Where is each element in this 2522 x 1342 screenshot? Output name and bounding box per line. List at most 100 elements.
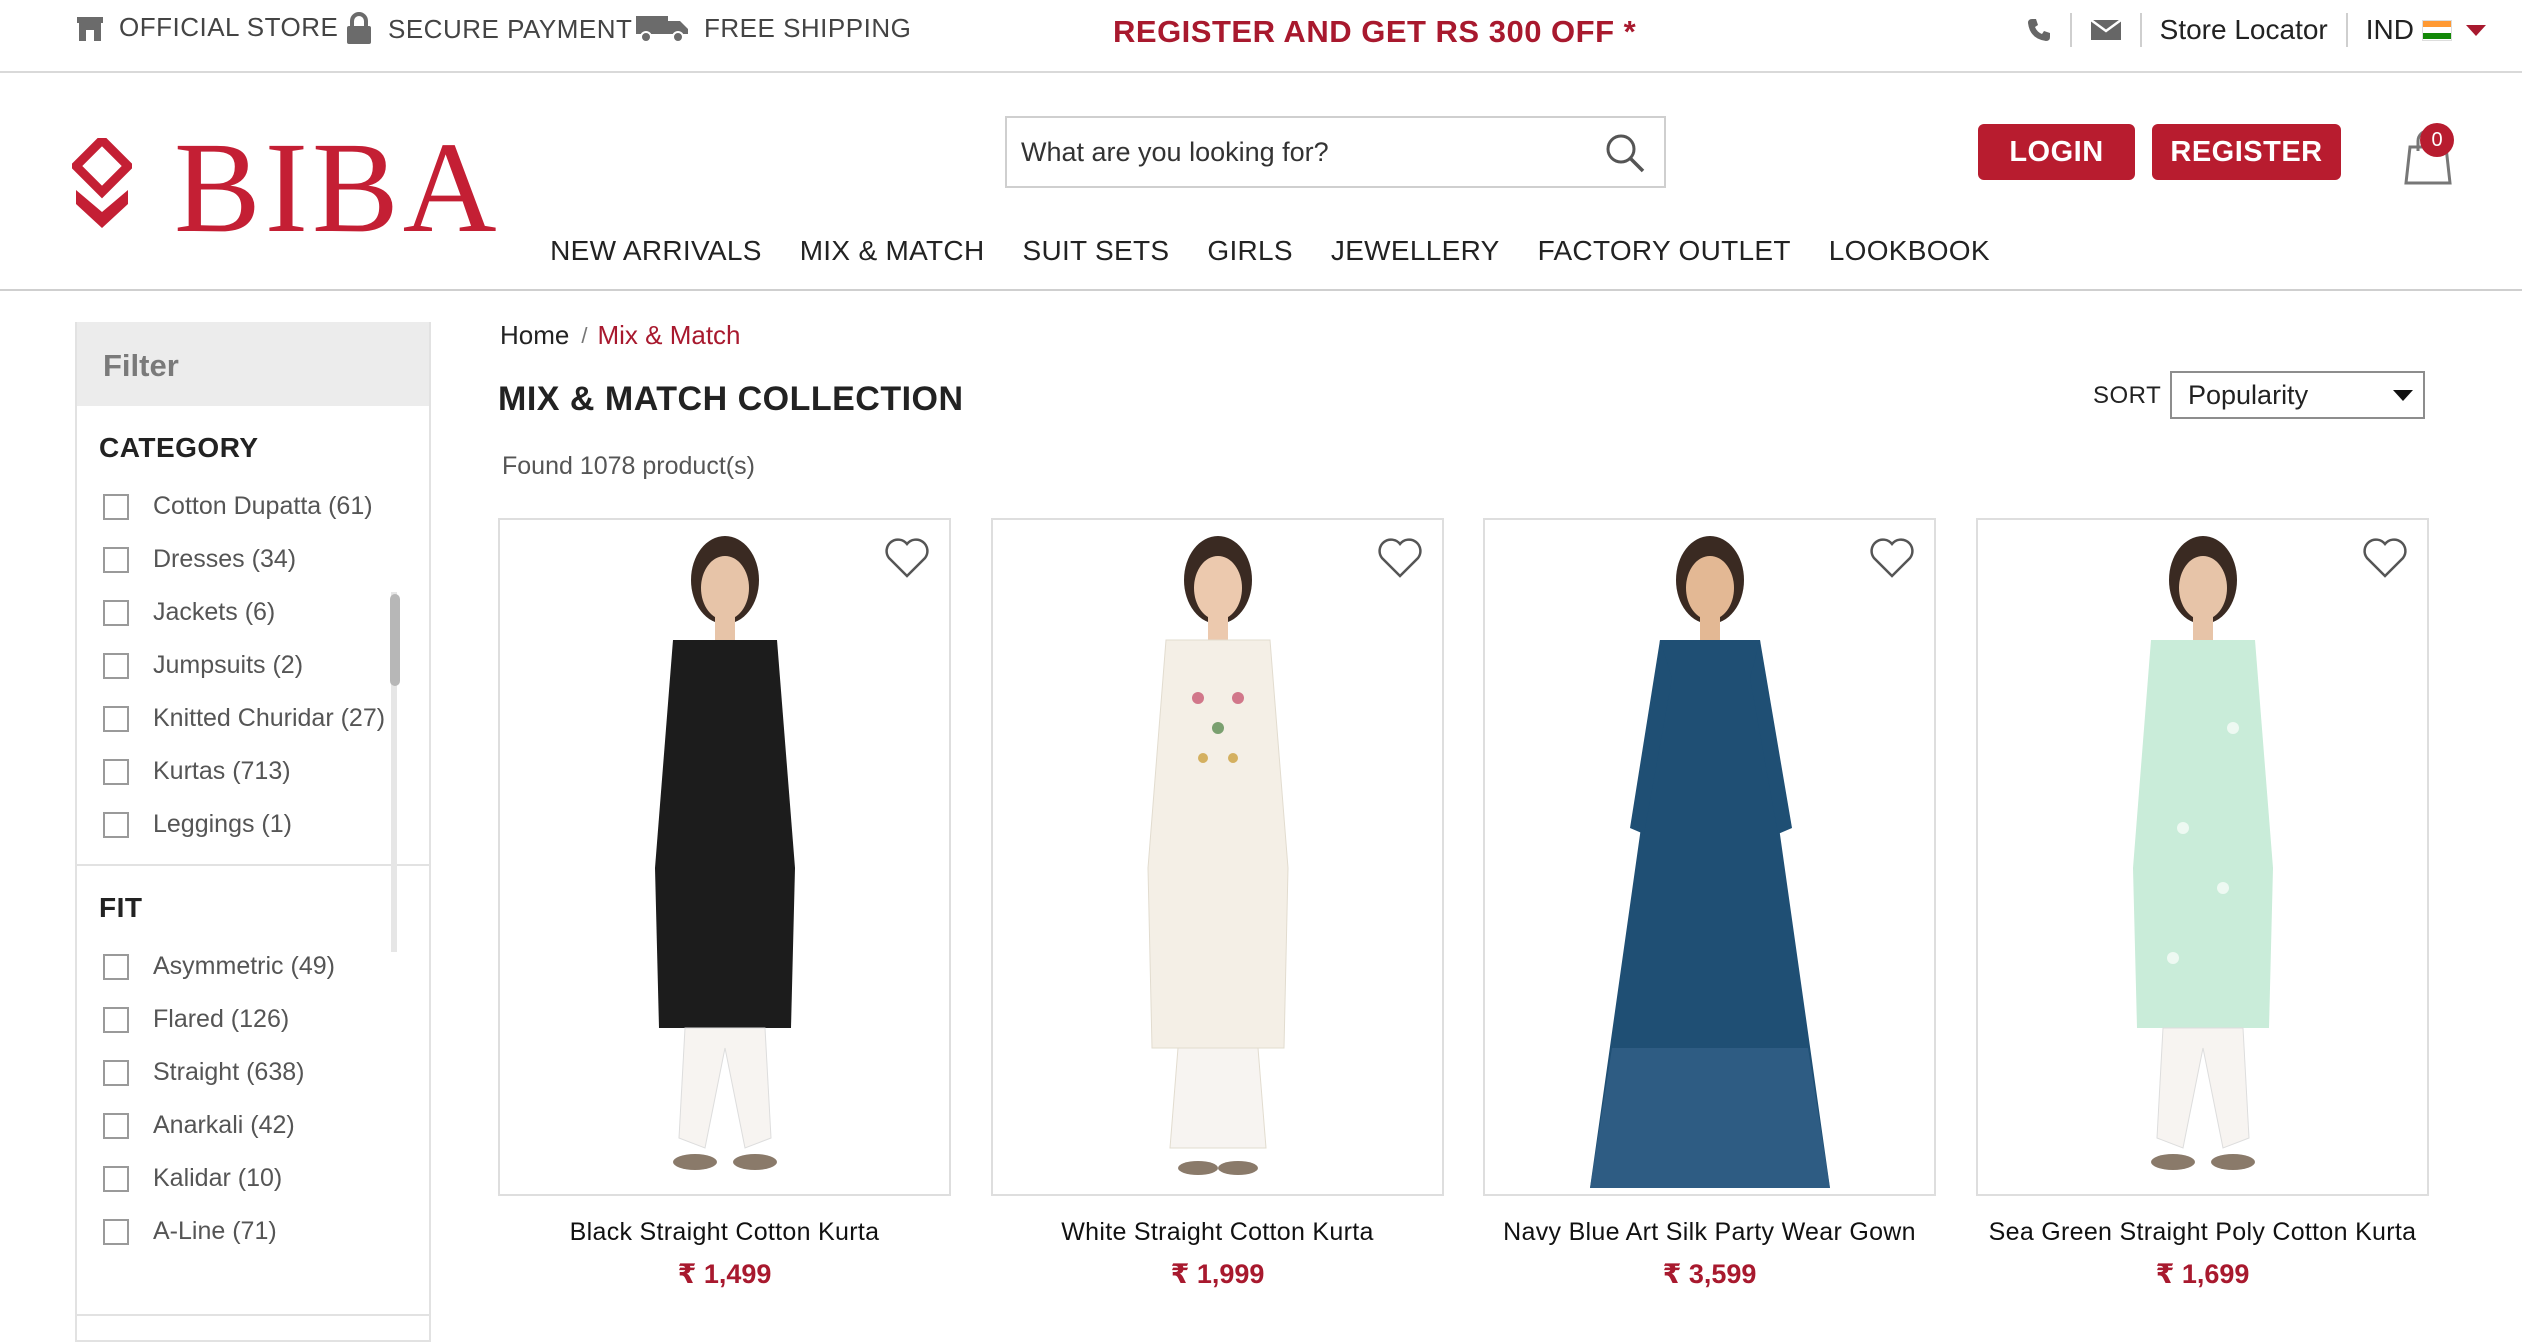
option-label: Cotton Dupatta (61) bbox=[153, 492, 373, 520]
product-price: ₹ 1,499 bbox=[677, 1259, 772, 1289]
checkbox[interactable] bbox=[103, 546, 129, 573]
heart-icon[interactable] bbox=[1868, 536, 1916, 580]
checkbox[interactable] bbox=[103, 1112, 129, 1139]
product-price: ₹ 1,699 bbox=[2155, 1259, 2250, 1289]
nav-mix-and-match[interactable]: MIX & MATCH bbox=[800, 235, 985, 267]
site-header: BIBA LOGIN REGISTER 0 NEW ARRIVALS MIX &… bbox=[0, 73, 2522, 291]
fit-option[interactable]: Anarkali (42) bbox=[99, 1099, 429, 1152]
fit-option[interactable]: A-Line (71) bbox=[99, 1205, 429, 1258]
register-button[interactable]: REGISTER bbox=[2152, 124, 2341, 180]
brand-logo[interactable]: BIBA bbox=[72, 115, 501, 253]
checkbox[interactable] bbox=[103, 811, 129, 838]
product-image[interactable] bbox=[498, 518, 951, 1196]
nav-suit-sets[interactable]: SUIT SETS bbox=[1022, 235, 1169, 267]
product-name[interactable]: Sea Green Straight Poly Cotton Kurta bbox=[1976, 1218, 2429, 1247]
model-silhouette bbox=[654, 536, 795, 1170]
product-image[interactable] bbox=[1483, 518, 1936, 1196]
option-label: Anarkali (42) bbox=[153, 1111, 295, 1139]
heart-icon[interactable] bbox=[1376, 536, 1424, 580]
checkbox[interactable] bbox=[103, 758, 129, 785]
phone-icon[interactable] bbox=[2026, 17, 2052, 43]
checkbox[interactable] bbox=[103, 1165, 129, 1192]
garment bbox=[654, 640, 795, 1028]
checkbox[interactable] bbox=[103, 652, 129, 679]
breadcrumb-home[interactable]: Home bbox=[500, 320, 569, 351]
nav-new-arrivals[interactable]: NEW ARRIVALS bbox=[550, 235, 762, 267]
category-title: CATEGORY bbox=[99, 432, 259, 463]
fit-option[interactable]: Flared (126) bbox=[99, 993, 429, 1046]
store-locator-link[interactable]: Store Locator bbox=[2160, 14, 2328, 46]
category-list[interactable]: Cotton Dupatta (61) Dresses (34) Jackets… bbox=[99, 480, 429, 852]
nav-factory-outlet[interactable]: FACTORY OUTLET bbox=[1538, 235, 1791, 267]
option-label: Asymmetric (49) bbox=[153, 952, 335, 980]
product-image[interactable] bbox=[991, 518, 1444, 1196]
fit-option[interactable]: Straight (638) bbox=[99, 1046, 429, 1099]
category-option[interactable]: Kurtas (713) bbox=[99, 745, 429, 798]
truck-icon bbox=[636, 16, 688, 43]
breadcrumb-current[interactable]: Mix & Match bbox=[597, 320, 740, 351]
divider bbox=[77, 864, 429, 866]
fit-option[interactable]: Asymmetric (49) bbox=[99, 940, 429, 993]
breadcrumb-separator: / bbox=[581, 322, 588, 348]
checkbox[interactable] bbox=[103, 1059, 129, 1086]
main-nav: NEW ARRIVALS MIX & MATCH SUIT SETS GIRLS… bbox=[0, 235, 2522, 267]
secure-payment: SECURE PAYMENT bbox=[344, 12, 632, 46]
filter-group-category: CATEGORY Cotton Dupatta (61) Dresses (34… bbox=[77, 432, 429, 952]
checkbox[interactable] bbox=[103, 493, 129, 520]
product-name[interactable]: White Straight Cotton Kurta bbox=[991, 1218, 1444, 1247]
option-label: Jackets (6) bbox=[153, 598, 276, 626]
search-input[interactable] bbox=[1021, 136, 1581, 168]
free-shipping: FREE SHIPPING bbox=[634, 12, 911, 44]
login-button[interactable]: LOGIN bbox=[1978, 124, 2135, 180]
sort-value: Popularity bbox=[2188, 379, 2309, 410]
sort-dropdown[interactable]: Popularity bbox=[2170, 371, 2425, 419]
nav-jewellery[interactable]: JEWELLERY bbox=[1331, 235, 1500, 267]
option-label: Leggings (1) bbox=[153, 810, 292, 838]
top-right-links: Store Locator IND bbox=[2026, 10, 2486, 50]
category-option[interactable]: Jackets (6) bbox=[99, 586, 429, 639]
category-option[interactable]: Cotton Dupatta (61) bbox=[99, 480, 429, 533]
category-option[interactable]: Knitted Churidar (27) bbox=[99, 692, 429, 745]
country-selector[interactable]: IND bbox=[2366, 14, 2486, 46]
option-label: Dresses (34) bbox=[153, 545, 297, 573]
option-label: Kurtas (713) bbox=[153, 757, 291, 785]
lotus-logo-icon bbox=[72, 138, 132, 228]
product-card[interactable]: Navy Blue Art Silk Party Wear Gown ₹ 3,5… bbox=[1483, 518, 1936, 1290]
model-silhouette bbox=[1589, 536, 1830, 1188]
fit-option[interactable]: Kalidar (10) bbox=[99, 1152, 429, 1205]
model-silhouette bbox=[1146, 536, 1289, 1175]
checkbox[interactable] bbox=[103, 599, 129, 626]
checkbox[interactable] bbox=[103, 1006, 129, 1033]
product-card[interactable]: Sea Green Straight Poly Cotton Kurta ₹ 1… bbox=[1976, 518, 2429, 1290]
nav-lookbook[interactable]: LOOKBOOK bbox=[1829, 235, 1990, 267]
category-option[interactable]: Leggings (1) bbox=[99, 798, 429, 851]
logo-text: BIBA bbox=[174, 116, 501, 260]
category-option[interactable]: Dresses (34) bbox=[99, 533, 429, 586]
category-option[interactable]: Jumpsuits (2) bbox=[99, 639, 429, 692]
search-icon[interactable] bbox=[1604, 132, 1646, 174]
category-scrollbar-thumb[interactable] bbox=[390, 594, 400, 686]
result-count: Found 1078 product(s) bbox=[502, 452, 755, 480]
dropdown-arrow-icon bbox=[2393, 390, 2413, 401]
option-label: Knitted Churidar (27) bbox=[153, 704, 386, 732]
nav-girls[interactable]: GIRLS bbox=[1207, 235, 1293, 267]
checkbox[interactable] bbox=[103, 705, 129, 732]
divider bbox=[77, 1314, 429, 1316]
product-card[interactable]: Black Straight Cotton Kurta ₹ 1,499 bbox=[498, 518, 951, 1290]
lock-icon bbox=[347, 12, 371, 44]
mail-icon[interactable] bbox=[2089, 19, 2122, 41]
heart-icon[interactable] bbox=[2361, 536, 2409, 580]
search-box[interactable] bbox=[1005, 116, 1666, 188]
checkbox[interactable] bbox=[103, 953, 129, 980]
product-card[interactable]: White Straight Cotton Kurta ₹ 1,999 bbox=[991, 518, 1444, 1290]
product-name[interactable]: Navy Blue Art Silk Party Wear Gown bbox=[1483, 1218, 1936, 1247]
product-name[interactable]: Black Straight Cotton Kurta bbox=[498, 1218, 951, 1247]
product-price: ₹ 1,999 bbox=[1170, 1259, 1265, 1289]
secure-payment-label: SECURE PAYMENT bbox=[388, 13, 633, 44]
filter-group-fit: FIT Asymmetric (49) Flared (126) Straigh… bbox=[77, 892, 429, 1316]
garment bbox=[1146, 639, 1289, 1049]
promo-banner[interactable]: REGISTER AND GET RS 300 OFF * bbox=[1113, 14, 1636, 50]
checkbox[interactable] bbox=[103, 1218, 129, 1245]
heart-icon[interactable] bbox=[883, 536, 931, 580]
product-image[interactable] bbox=[1976, 518, 2429, 1196]
